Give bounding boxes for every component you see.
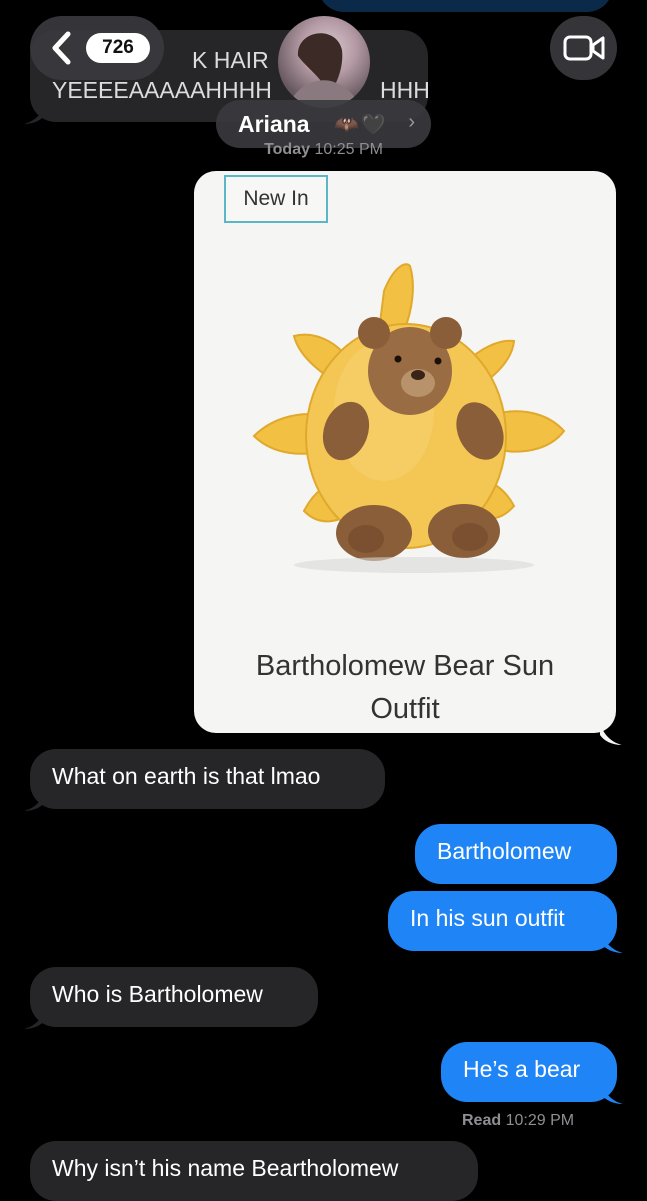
read-receipt: Read 10:29 PM	[462, 1112, 574, 1130]
message-text: He’s a bear	[463, 1056, 581, 1082]
timestamp-time: 10:25 PM	[314, 141, 383, 158]
product-title: Bartholomew Bear Sun Outfit	[194, 645, 616, 731]
bear-sun-outfit-image	[252, 263, 566, 573]
message-text: Who is Bartholomew	[52, 981, 263, 1007]
message-text: In his sun outfit	[410, 905, 565, 931]
previous-sent-bubble[interactable]	[318, 0, 613, 12]
contact-name: Ariana	[238, 111, 310, 137]
back-button[interactable]: 726	[30, 16, 164, 80]
avatar-photo	[288, 33, 360, 108]
read-label: Read	[462, 1112, 502, 1129]
bubble-tail	[601, 1082, 623, 1104]
contact-avatar[interactable]	[278, 16, 370, 108]
message-timestamp: Today 10:25 PM	[0, 141, 647, 159]
message-text: Bartholomew	[437, 838, 572, 864]
bubble-tail	[24, 1007, 46, 1029]
sent-message-bubble[interactable]: Bartholomew	[415, 824, 617, 884]
chevron-right-icon: ›	[408, 111, 415, 133]
message-text: What on earth is that lmao	[52, 763, 321, 789]
contact-emoji: 🦇🖤	[334, 114, 388, 136]
unread-count-badge: 726	[86, 33, 150, 63]
received-message-bubble[interactable]: What on earth is that lmao	[24, 749, 385, 811]
sent-message-bubble[interactable]: In his sun outfit	[388, 891, 623, 953]
product-link-card[interactable]: New In Bartholomew Bear Sun Outfit	[194, 171, 622, 745]
new-in-tag: New In	[224, 175, 328, 223]
received-message-bubble[interactable]: Why isn’t his name Beartholomew	[30, 1141, 478, 1201]
product-title-line2: Outfit	[370, 693, 440, 725]
previous-message-line1: K HAIR	[192, 47, 269, 73]
video-call-button[interactable]	[550, 16, 617, 80]
timestamp-day: Today	[264, 141, 310, 158]
back-chevron-icon	[52, 31, 71, 65]
bubble-tail	[24, 789, 46, 811]
bubble-tail	[24, 102, 46, 124]
product-title-line1: Bartholomew Bear Sun	[255, 650, 555, 682]
bubble-tail	[601, 931, 623, 953]
message-text: Why isn’t his name Beartholomew	[52, 1155, 399, 1181]
sent-message-bubble[interactable]: He’s a bear	[441, 1042, 623, 1104]
video-camera-icon	[563, 35, 605, 61]
bubble-tail	[600, 723, 622, 745]
received-message-bubble[interactable]: Who is Bartholomew	[24, 967, 318, 1029]
read-time: 10:29 PM	[505, 1112, 575, 1129]
